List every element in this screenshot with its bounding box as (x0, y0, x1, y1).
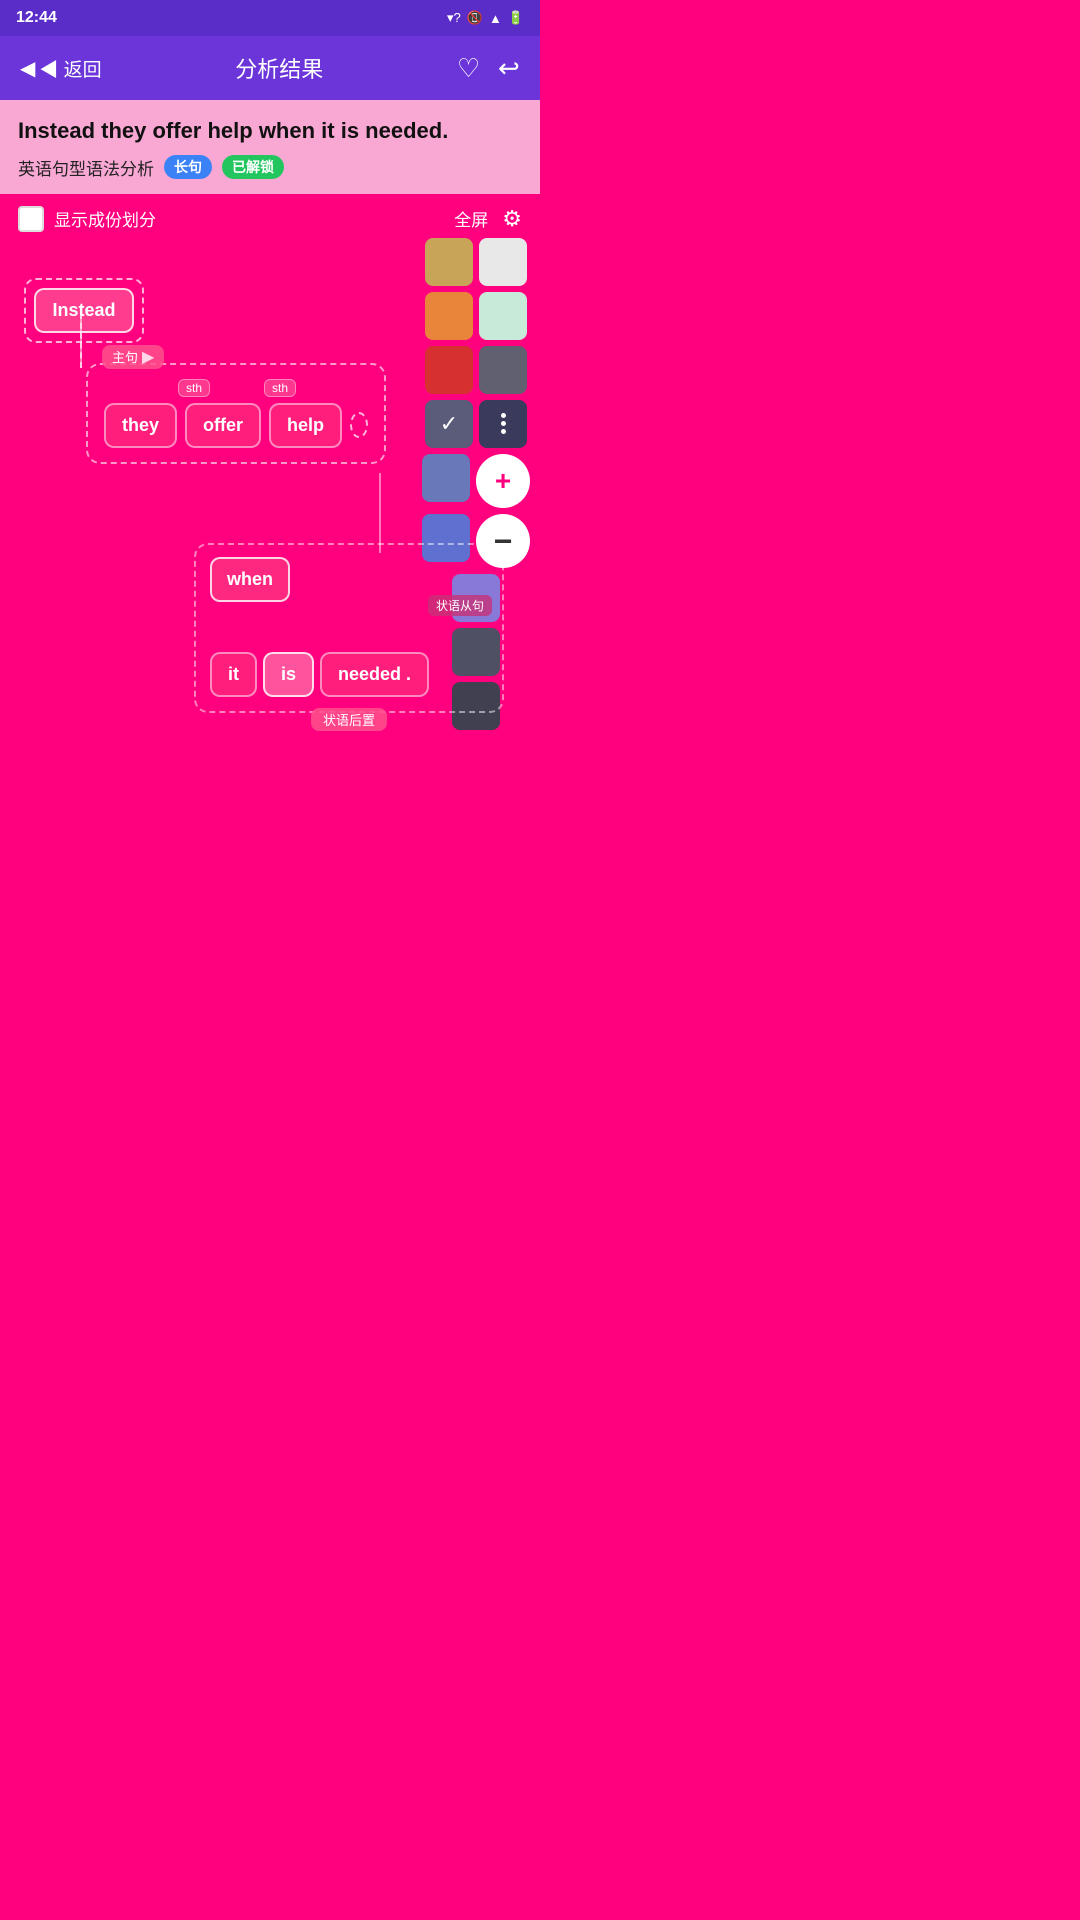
word-it[interactable]: it (210, 652, 257, 697)
grammar-label: 英语句型语法分析 (18, 155, 154, 180)
header: ◀ ◀ 返回 分析结果 ♡ ↪ (0, 36, 540, 100)
status-time: 12:44 (16, 9, 57, 27)
position-label: 状语后置 (311, 708, 387, 731)
share-icon[interactable]: ↪ (498, 53, 520, 84)
toolbar-row: 显示成份划分 全屏 ⚙ (0, 194, 540, 238)
favorite-icon[interactable]: ♡ (457, 53, 480, 84)
word-when[interactable]: when (210, 557, 290, 602)
header-actions: ♡ ↪ (457, 53, 520, 84)
connector-vertical (80, 313, 82, 368)
page-title: 分析结果 (235, 52, 323, 84)
signal-icon: 📵 (467, 10, 483, 26)
instead-word[interactable]: Instead (34, 288, 134, 333)
status-bar: 12:44 ▾? 📵 ▲ 🔋 (0, 0, 540, 36)
back-button[interactable]: ◀ ◀ 返回 (20, 55, 102, 82)
toolbar-right: 全屏 ⚙ (454, 206, 522, 232)
sth-labels-row: sth sth (104, 379, 368, 397)
word-offer[interactable]: offer (185, 403, 261, 448)
word-help[interactable]: help (269, 403, 342, 448)
show-divisions-label: 显示成份划分 (54, 206, 156, 231)
adv-clause-label: 状语从句 (428, 595, 492, 616)
word-needed[interactable]: needed . (320, 652, 429, 697)
bottom-words-row: it is needed . (210, 652, 488, 697)
main-clause-label: 主句 ▶ (102, 345, 164, 369)
main-clause-group: 主句 ▶ sth sth they offer help (86, 363, 386, 464)
word-is[interactable]: is (263, 652, 314, 697)
data-icon: ▲ (489, 11, 502, 26)
when-group: when 状语从句 it is needed . 状语后置 (194, 543, 504, 713)
status-icons: ▾? 📵 ▲ 🔋 (447, 10, 524, 26)
settings-icon[interactable]: ⚙ (502, 206, 522, 232)
diagram: Instead 主句 ▶ sth sth they offer help (14, 258, 526, 958)
checkbox-label[interactable]: 显示成份划分 (18, 206, 156, 232)
main-words-row: they offer help (104, 403, 368, 448)
battery-icon: 🔋 (508, 10, 524, 26)
sentence-meta: 英语句型语法分析 长句 已解锁 (18, 155, 522, 180)
main-content: ✓ + − Instead (0, 238, 540, 988)
back-arrow-icon: ◀ (20, 56, 35, 81)
sentence-banner: Instead they offer help when it is neede… (0, 100, 540, 194)
wifi-icon: ▾? (447, 10, 461, 26)
badge-unlocked: 已解锁 (222, 155, 284, 179)
instead-container: Instead (24, 278, 144, 343)
word-they[interactable]: they (104, 403, 177, 448)
circle-dashed (350, 412, 368, 438)
connector-help-when (379, 473, 381, 553)
badge-long-sentence: 长句 (164, 155, 212, 179)
sth-tag-1: sth (178, 379, 210, 397)
sth-tag-2: sth (264, 379, 296, 397)
fullscreen-label[interactable]: 全屏 (454, 206, 488, 231)
show-divisions-checkbox[interactable] (18, 206, 44, 232)
main-clause-label-text: 主句 (112, 347, 138, 366)
back-label: ◀ 返回 (39, 55, 101, 82)
arrow-right-icon: ▶ (142, 347, 154, 367)
sentence-text: Instead they offer help when it is neede… (18, 116, 522, 147)
